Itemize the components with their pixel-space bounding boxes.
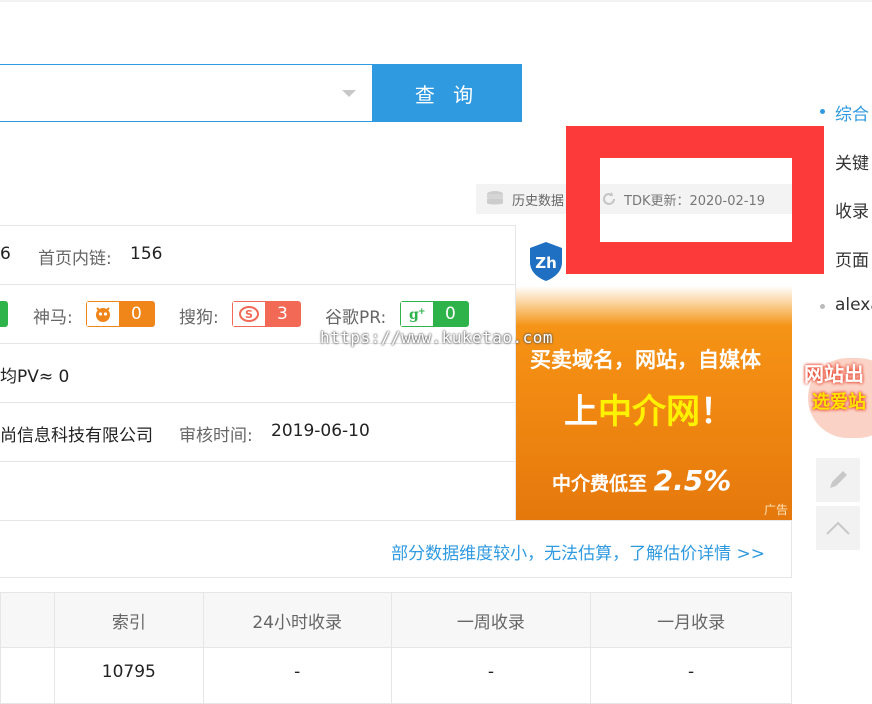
nav-dot-icon <box>820 109 825 114</box>
shenma-badge[interactable]: 0 <box>86 301 155 327</box>
sogou-icon: S <box>233 302 265 326</box>
ad-headline: 买卖域名，网站，自媒体 <box>530 348 761 372</box>
svg-text:S: S <box>245 308 253 321</box>
column-header-index: 索引 <box>53 592 204 648</box>
database-icon <box>487 191 503 205</box>
back-to-top-button[interactable] <box>816 506 860 550</box>
google-pr-value: 0 <box>445 304 456 324</box>
audit-time-label: 审核时间: <box>179 426 253 446</box>
sogou-label: 搜狗: <box>179 308 219 328</box>
ad-title-highlight: 中介网 <box>598 392 700 432</box>
inner-links-value: 156 <box>130 244 163 264</box>
google-plus-icon: g + <box>401 302 433 326</box>
nav-item-label: 收录 <box>835 202 869 222</box>
top-divider <box>0 0 872 2</box>
estimate-details-link[interactable]: 部分数据维度较小，无法估算，了解估价详情 >> <box>391 539 765 564</box>
google-pr-label: 谷歌PR: <box>325 308 387 328</box>
nav-item-label: 关键 <box>835 154 869 174</box>
side-promo-badge[interactable]: 网站出 选爱站 <box>802 350 872 442</box>
info-row-icp: 尚信息科技有限公司 审核时间: 2019-06-10 <box>0 403 516 462</box>
ad-title-prefix: 上 <box>564 392 598 432</box>
promo-line2: 选爱站 <box>812 392 866 413</box>
inner-links-label: 首页内链: <box>38 249 112 269</box>
refresh-icon[interactable] <box>600 190 618 208</box>
svg-text:Zh: Zh <box>535 254 557 272</box>
estimate-row: 部分数据维度较小，无法估算，了解估价详情 >> <box>0 520 792 578</box>
pencil-icon <box>830 471 847 488</box>
nav-dot-icon <box>820 304 825 309</box>
table-cell <box>0 647 55 704</box>
ad-tag: 广告 <box>763 503 788 517</box>
search-box[interactable] <box>0 64 372 122</box>
search-input[interactable] <box>0 65 372 121</box>
promo-line1: 网站出 <box>804 362 864 386</box>
query-button[interactable]: 查 询 <box>372 64 522 122</box>
column-header <box>0 592 55 648</box>
info-row-links: 6 首页内链: 156 <box>0 226 516 285</box>
ad-fee-value: 2.5% <box>653 464 732 497</box>
baidu-weight-badge-edge <box>0 301 8 327</box>
tdk-label: TDK更新：2020-02-19 <box>624 193 766 209</box>
avg-pv-text: 均PV≈ 0 <box>0 367 70 387</box>
table-cell: - <box>202 647 392 704</box>
ad-title-suffix: ！ <box>700 392 734 432</box>
nav-item-label: 综合 <box>835 105 869 125</box>
history-data-button[interactable]: 历史数据 <box>476 184 576 214</box>
site-info-panel: 6 首页内链: 156 神马: 0 搜狗: S 3 谷歌PR: g + 0 均PV… <box>0 225 516 520</box>
column-header-24h: 24小时收录 <box>202 592 392 648</box>
history-label: 历史数据 <box>512 193 565 209</box>
table-cell: - <box>390 647 592 704</box>
info-row-pv: 均PV≈ 0 <box>0 344 516 403</box>
shenma-label: 神马: <box>33 308 73 328</box>
audit-time-value: 2019-06-10 <box>271 421 370 441</box>
sogou-badge[interactable]: S 3 <box>232 301 301 327</box>
column-header-month: 一月收录 <box>590 592 792 648</box>
chevron-down-icon[interactable] <box>342 90 356 97</box>
ad-fee-text: 中介费低至 2.5% <box>552 464 731 497</box>
shield-logo-icon: Zh <box>530 242 562 281</box>
shenma-icon <box>87 302 119 326</box>
sogou-value: 3 <box>277 304 288 324</box>
info-row-prefix: 6 <box>0 244 11 264</box>
company-name: 尚信息科技有限公司 <box>0 426 153 446</box>
google-pr-badge[interactable]: g + 0 <box>400 301 469 327</box>
watermark-url: https://www.kuketao.com <box>320 328 554 347</box>
table-header-row: 索引 24小时收录 一周收录 一月收录 <box>0 592 792 648</box>
feedback-edit-button[interactable] <box>816 458 860 502</box>
nav-item-label: alexa <box>835 295 872 315</box>
nav-item-label: 页面 <box>835 251 869 271</box>
ad-fee-prefix: 中介费低至 <box>552 473 648 495</box>
chevron-up-icon <box>826 521 850 535</box>
index-table: 索引 24小时收录 一周收录 一月收录 10795 - - - <box>0 592 792 704</box>
shenma-value: 0 <box>131 304 142 324</box>
svg-text:+: + <box>418 307 426 317</box>
ad-title: 上中介网！ <box>564 384 734 433</box>
column-header-week: 一周收录 <box>390 592 592 648</box>
tdk-update-visible: TDK更新：2020-02-19 <box>600 184 792 214</box>
table-row: 10795 - - - <box>0 647 792 704</box>
table-cell: - <box>590 647 792 704</box>
table-cell: 10795 <box>53 647 204 704</box>
